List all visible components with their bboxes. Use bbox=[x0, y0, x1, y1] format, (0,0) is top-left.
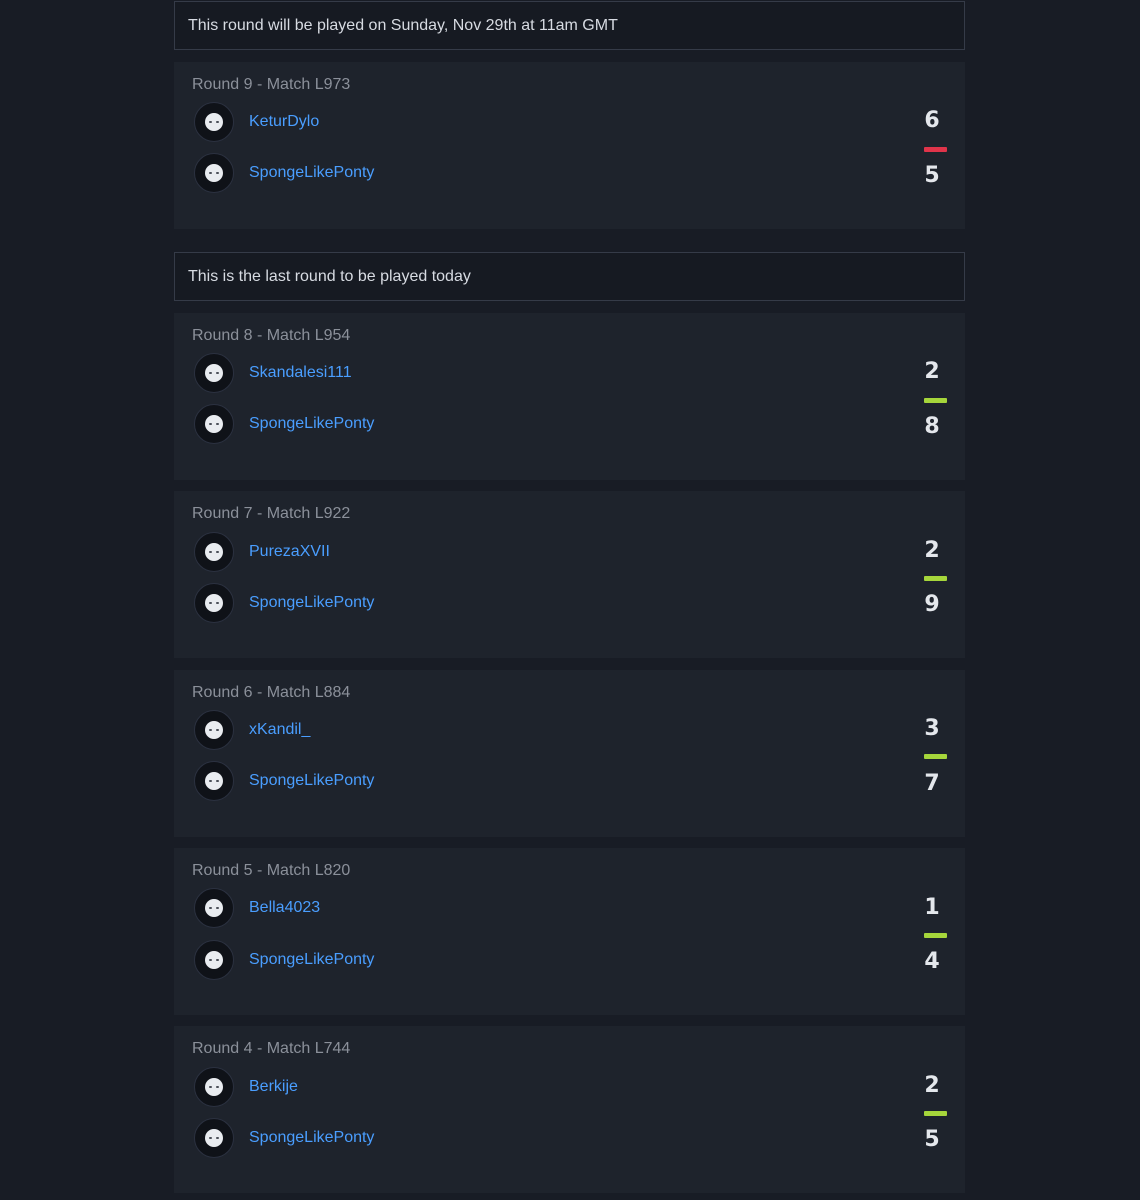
player-name-link[interactable]: SpongeLikePonty bbox=[249, 415, 374, 433]
avatar-face-icon bbox=[205, 1078, 223, 1096]
match-title: Round 9 - Match L973 bbox=[192, 76, 351, 93]
avatar-face-icon bbox=[205, 164, 223, 182]
player-avatar[interactable] bbox=[194, 404, 234, 444]
result-bar-loss bbox=[924, 147, 947, 152]
player-name-link[interactable]: PurezaXVII bbox=[249, 543, 330, 561]
player-name-link[interactable]: xKandil_ bbox=[249, 721, 310, 739]
player-avatar[interactable] bbox=[194, 761, 234, 801]
match-title: Round 8 - Match L954 bbox=[192, 327, 351, 344]
player-row-1: Bella4023 bbox=[194, 887, 320, 929]
player-row-1: Berkije bbox=[194, 1066, 298, 1108]
avatar-face-icon bbox=[205, 594, 223, 612]
player-name-link[interactable]: SpongeLikePonty bbox=[249, 772, 374, 790]
avatar-face-icon bbox=[205, 721, 223, 739]
match-title: Round 5 - Match L820 bbox=[192, 862, 351, 879]
player-name-link[interactable]: SpongeLikePonty bbox=[249, 594, 374, 612]
match-card-round-7[interactable]: Round 7 - Match L922 PurezaXVII SpongeLi… bbox=[174, 491, 965, 658]
result-bar-win bbox=[924, 398, 947, 403]
avatar-face-icon bbox=[205, 899, 223, 917]
player-name-link[interactable]: Bella4023 bbox=[249, 899, 320, 917]
result-bar-win bbox=[924, 1111, 947, 1116]
player-row-1: xKandil_ bbox=[194, 709, 310, 751]
player-avatar[interactable] bbox=[194, 940, 234, 980]
player-avatar[interactable] bbox=[194, 1067, 234, 1107]
player-avatar[interactable] bbox=[194, 583, 234, 623]
avatar-face-icon bbox=[205, 543, 223, 561]
player-name-link[interactable]: KeturDylo bbox=[249, 113, 319, 131]
avatar-face-icon bbox=[205, 951, 223, 969]
avatar-face-icon bbox=[205, 772, 223, 790]
player-avatar[interactable] bbox=[194, 1118, 234, 1158]
score-player-2: 9 bbox=[924, 592, 940, 617]
player-name-link[interactable]: SpongeLikePonty bbox=[249, 1129, 374, 1147]
score-player-1: 1 bbox=[924, 895, 940, 920]
avatar-face-icon bbox=[205, 364, 223, 382]
player-row-2: SpongeLikePonty bbox=[194, 152, 374, 194]
match-card-round-6[interactable]: Round 6 - Match L884 xKandil_ SpongeLike… bbox=[174, 670, 965, 837]
player-name-link[interactable]: SpongeLikePonty bbox=[249, 164, 374, 182]
player-avatar[interactable] bbox=[194, 532, 234, 572]
score-player-2: 4 bbox=[924, 949, 940, 974]
score-player-1: 6 bbox=[924, 108, 940, 133]
player-row-2: SpongeLikePonty bbox=[194, 582, 374, 624]
player-name-link[interactable]: Skandalesi111 bbox=[249, 364, 352, 382]
score-player-2: 8 bbox=[924, 414, 940, 439]
player-row-1: KeturDylo bbox=[194, 101, 319, 143]
score-player-2: 7 bbox=[924, 771, 940, 796]
player-avatar[interactable] bbox=[194, 102, 234, 142]
player-row-1: PurezaXVII bbox=[194, 531, 330, 573]
result-bar-win bbox=[924, 576, 947, 581]
result-bar-win bbox=[924, 933, 947, 938]
player-name-link[interactable]: Berkije bbox=[249, 1078, 298, 1096]
player-row-2: SpongeLikePonty bbox=[194, 1117, 374, 1159]
match-card-round-9[interactable]: Round 9 - Match L973 KeturDylo SpongeLik… bbox=[174, 62, 965, 229]
avatar-face-icon bbox=[205, 415, 223, 433]
score-player-1: 2 bbox=[924, 538, 940, 563]
last-round-notice: This is the last round to be played toda… bbox=[174, 252, 965, 301]
match-title: Round 4 - Match L744 bbox=[192, 1040, 351, 1057]
player-avatar[interactable] bbox=[194, 888, 234, 928]
match-title: Round 6 - Match L884 bbox=[192, 684, 351, 701]
score-player-1: 2 bbox=[924, 1073, 940, 1098]
score-player-1: 2 bbox=[924, 359, 940, 384]
avatar-face-icon bbox=[205, 1129, 223, 1147]
match-card-round-8[interactable]: Round 8 - Match L954 Skandalesi111 Spong… bbox=[174, 313, 965, 480]
player-avatar[interactable] bbox=[194, 710, 234, 750]
player-row-2: SpongeLikePonty bbox=[194, 939, 374, 981]
match-card-round-4[interactable]: Round 4 - Match L744 Berkije SpongeLikeP… bbox=[174, 1026, 965, 1193]
player-name-link[interactable]: SpongeLikePonty bbox=[249, 951, 374, 969]
player-row-2: SpongeLikePonty bbox=[194, 760, 374, 802]
player-avatar[interactable] bbox=[194, 153, 234, 193]
round-schedule-notice: This round will be played on Sunday, Nov… bbox=[174, 1, 965, 50]
avatar-face-icon bbox=[205, 113, 223, 131]
player-row-2: SpongeLikePonty bbox=[194, 403, 374, 445]
result-bar-win bbox=[924, 754, 947, 759]
score-player-2: 5 bbox=[924, 163, 940, 188]
score-player-2: 5 bbox=[924, 1127, 940, 1152]
score-player-1: 3 bbox=[924, 716, 940, 741]
match-title: Round 7 - Match L922 bbox=[192, 505, 351, 522]
match-card-round-5[interactable]: Round 5 - Match L820 Bella4023 SpongeLik… bbox=[174, 848, 965, 1015]
player-avatar[interactable] bbox=[194, 353, 234, 393]
player-row-1: Skandalesi111 bbox=[194, 352, 352, 394]
